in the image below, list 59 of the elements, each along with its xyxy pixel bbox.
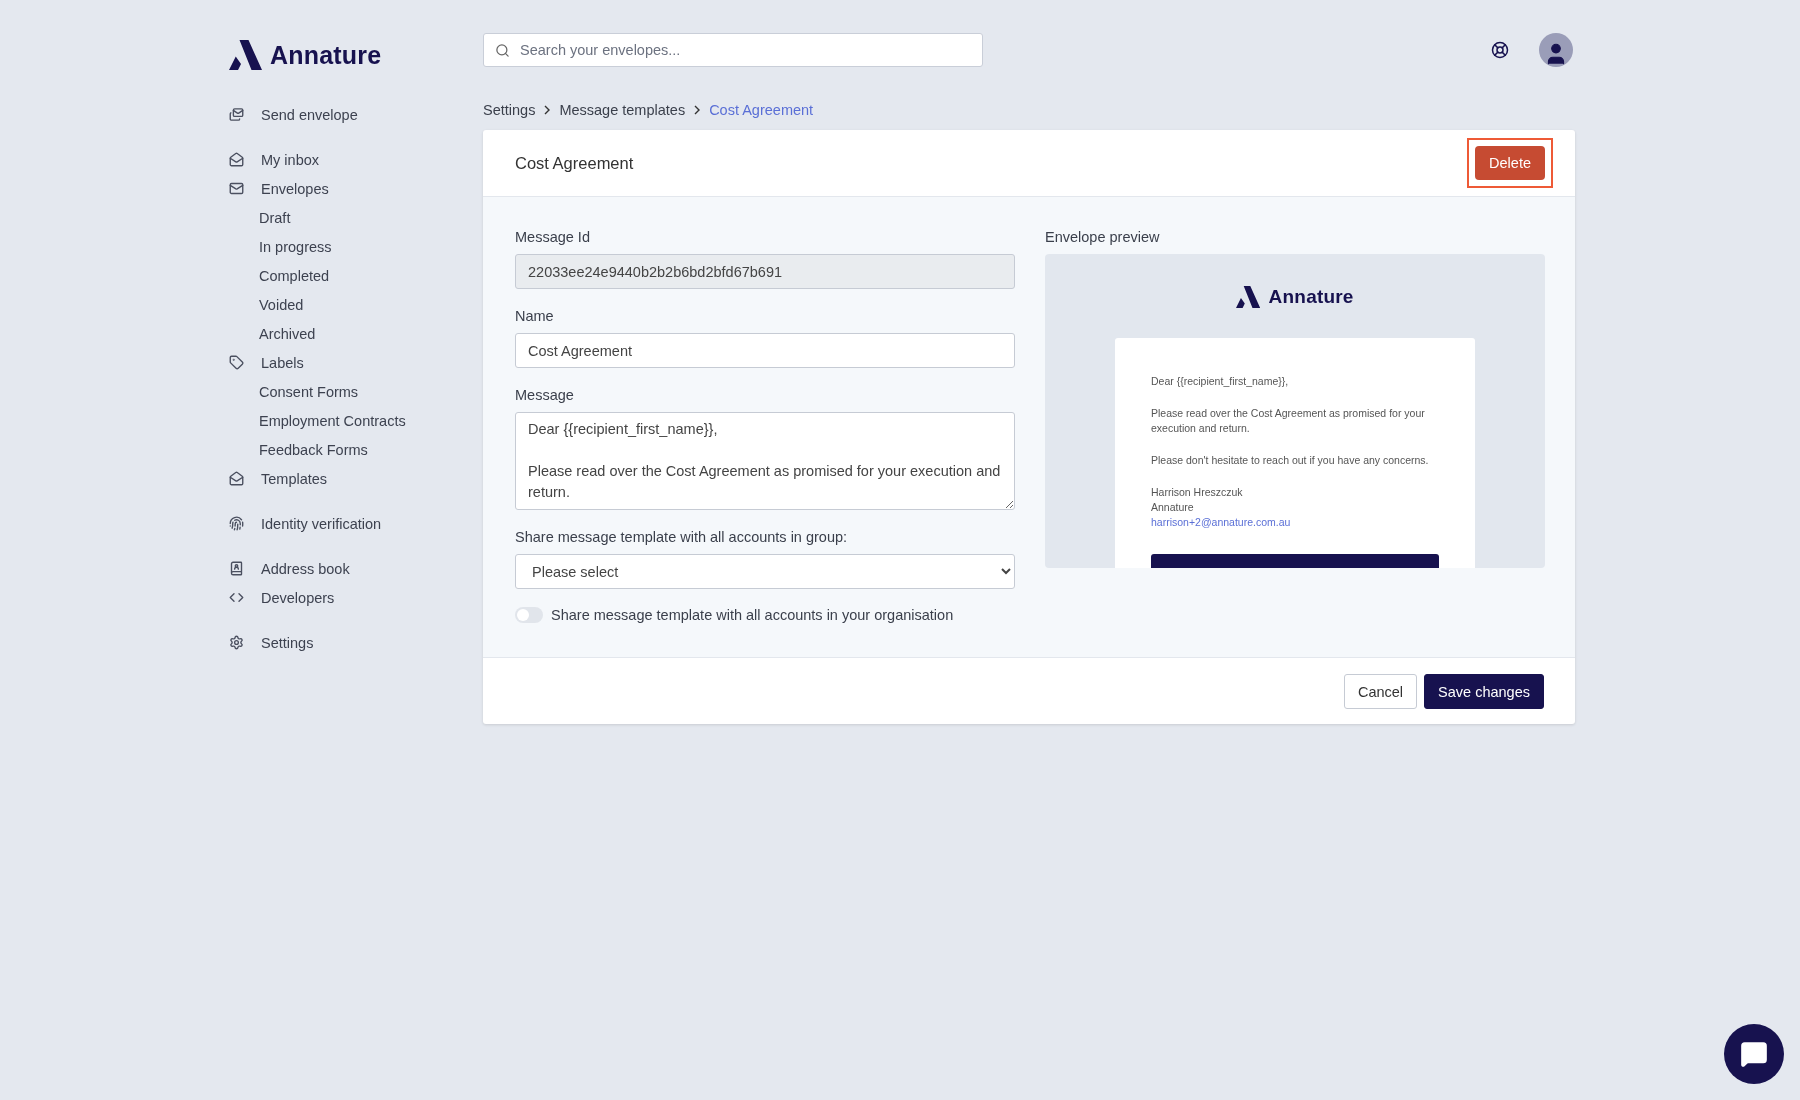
email-link[interactable]: harrison+2@annature.com.au <box>1151 515 1291 530</box>
address-book-icon <box>229 561 244 576</box>
brand-name: Annature <box>270 40 382 70</box>
tag-icon <box>229 355 244 370</box>
code-icon <box>229 590 244 605</box>
signature-line: Annature <box>1151 500 1195 515</box>
text-field[interactable]: Cost Agreement <box>515 333 1015 368</box>
cancel-button[interactable]: Cancel <box>1343 674 1418 709</box>
open-envelope-icon <box>229 471 244 486</box>
sidebar-subitem[interactable]: Employment Contracts <box>229 406 406 435</box>
sidebar-item[interactable]: Settings <box>229 628 314 657</box>
life-ring-icon[interactable] <box>1491 41 1509 59</box>
settings-icon <box>229 635 244 650</box>
delete-button[interactable]: Delete <box>1475 146 1545 180</box>
search-field[interactable]: Search your envelopes... <box>483 33 983 67</box>
envelopes-icon <box>229 107 244 122</box>
email-paragraph: Please don't hesitate to reach out if you have any concerns. <box>1151 453 1430 468</box>
toggle-label: Share message template with all accounts in your organisation <box>551 607 954 623</box>
open-envelope-icon <box>229 152 244 167</box>
sidebar-subitem[interactable]: Voided <box>229 290 304 319</box>
preview-label: Envelope preview <box>1045 229 1161 245</box>
field-label: Message <box>515 387 575 403</box>
chat-bubble-icon <box>1740 1040 1768 1068</box>
sidebar-item[interactable]: Labels <box>229 348 304 377</box>
envelope-icon <box>229 181 244 196</box>
email-paragraph: Dear {{recipient_first_name}}, <box>1151 374 1290 389</box>
chat-button[interactable] <box>1724 1024 1784 1084</box>
sidebar-item[interactable]: Templates <box>229 464 328 493</box>
search-icon <box>495 43 510 58</box>
breadcrumb-link[interactable]: Message templates <box>559 102 686 118</box>
sidebar-subitem[interactable]: Feedback Forms <box>229 435 368 464</box>
fingerprint-icon <box>229 516 244 531</box>
field-label: Share message template with all accounts in group: <box>515 529 849 545</box>
avatar[interactable] <box>1539 33 1573 67</box>
field-label: Name <box>515 308 555 324</box>
sidebar-item[interactable]: My inbox <box>229 145 320 174</box>
breadcrumb-link[interactable]: Settings <box>483 102 536 118</box>
email-paragraph: Please read over the Cost Agreement as promised for your execution and return. <box>1151 406 1426 436</box>
sidebar-subitem[interactable]: Completed <box>229 261 330 290</box>
field-label: Message Id <box>515 229 591 245</box>
sidebar-item[interactable]: Identity verification <box>229 509 382 538</box>
signature-line: Harrison Hreszczuk <box>1151 485 1244 500</box>
sidebar-subitem[interactable]: In progress <box>229 232 332 261</box>
logo-icon <box>1236 286 1261 308</box>
save-button[interactable]: Save changes <box>1424 674 1544 709</box>
sidebar-item[interactable]: Send envelope <box>229 100 358 129</box>
sidebar-item[interactable]: Envelopes <box>229 174 329 203</box>
brand-name: Annature <box>1268 286 1354 308</box>
sidebar-subitem[interactable]: Draft <box>229 203 291 232</box>
sidebar-subitem[interactable]: Consent Forms <box>229 377 359 406</box>
sidebar-item[interactable]: Developers <box>229 583 335 612</box>
message-field[interactable]: Dear {{recipient_first_name}}, Please read over the Cost Agreement as promised for your execution and return. <box>515 412 1015 510</box>
sidebar-item[interactable]: Address book <box>229 554 350 583</box>
breadcrumb-link[interactable]: Cost Agreement <box>709 102 814 118</box>
card-title: Cost Agreement <box>515 153 634 173</box>
select-field[interactable]: Please select <box>515 554 1015 589</box>
logo-icon <box>229 40 262 70</box>
toggle-switch[interactable] <box>515 607 543 623</box>
sidebar-subitem[interactable]: Archived <box>229 319 316 348</box>
